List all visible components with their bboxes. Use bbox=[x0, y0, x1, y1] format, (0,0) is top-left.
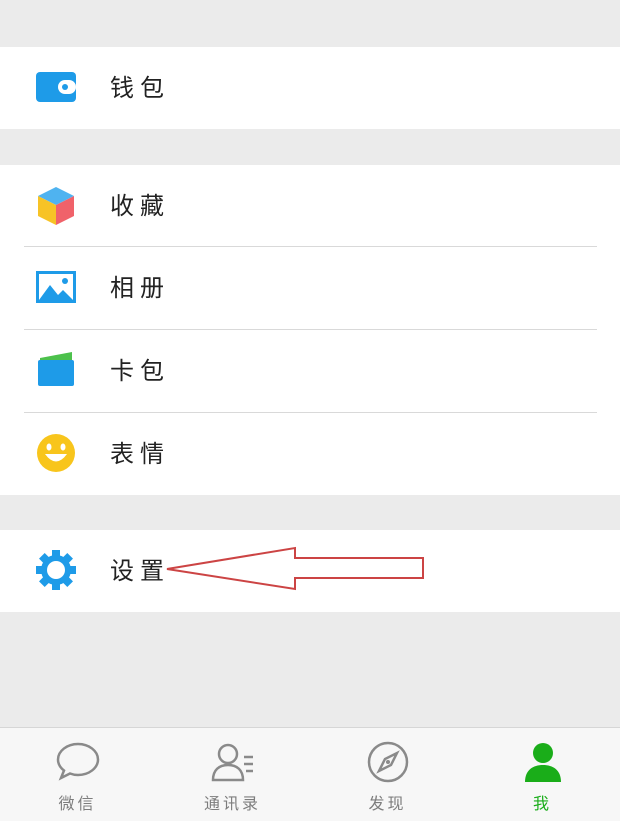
tab-discover[interactable]: 发现 bbox=[310, 728, 465, 821]
chat-bubble-icon bbox=[56, 740, 100, 784]
tab-bar: 微信 通讯录 发现 我 bbox=[0, 727, 620, 821]
annotation-arrow bbox=[166, 546, 424, 591]
tab-me-label: 我 bbox=[532, 794, 552, 813]
tab-contacts-label: 通讯录 bbox=[203, 794, 261, 813]
person-icon bbox=[521, 740, 565, 784]
compass-icon bbox=[366, 740, 410, 784]
contacts-icon bbox=[211, 740, 255, 784]
tab-me[interactable]: 我 bbox=[465, 728, 620, 821]
tab-chats[interactable]: 微信 bbox=[0, 728, 155, 821]
tab-chats-label: 微信 bbox=[58, 794, 97, 813]
tab-contacts[interactable]: 通讯录 bbox=[155, 728, 310, 821]
tab-discover-label: 发现 bbox=[368, 794, 407, 813]
